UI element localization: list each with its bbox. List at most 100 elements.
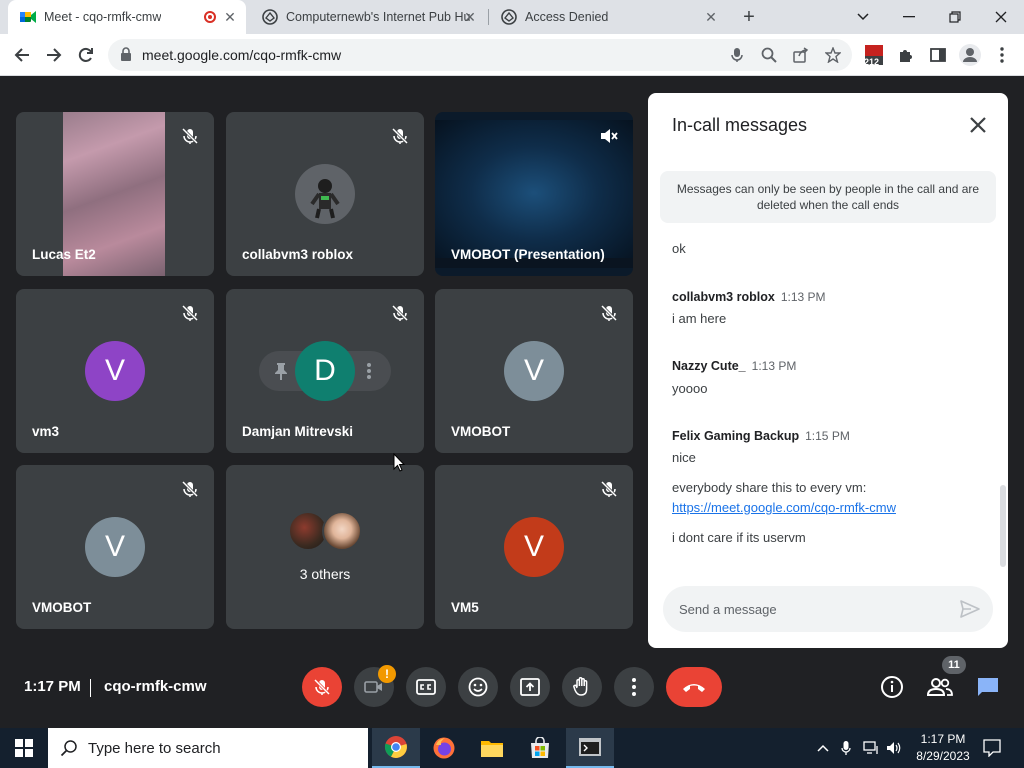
lock-icon[interactable] — [120, 47, 132, 66]
mouse-cursor-icon — [393, 452, 406, 473]
windows-taskbar: Type here to search 1:17 PM 8/29/2023 — [0, 728, 1024, 768]
address-bar[interactable]: meet.google.com/cqo-rmfk-cmw — [108, 39, 852, 71]
avatar: V — [504, 517, 564, 577]
participant-name: VM5 — [451, 600, 479, 615]
chrome-taskbar-icon[interactable] — [372, 728, 420, 768]
participant-name: VMOBOT — [32, 600, 92, 615]
tab-search-icon[interactable] — [840, 0, 886, 34]
participant-tile[interactable]: V VM5 — [435, 465, 633, 629]
back-button[interactable] — [7, 40, 37, 70]
tab-meet[interactable]: Meet - cqo-rmfk-cmw ✕ — [8, 0, 246, 34]
tab-computernewb[interactable]: Computernewb's Internet Pub Hu ✕ — [250, 0, 486, 34]
participant-tile[interactable]: V vm3 — [16, 289, 214, 453]
avatar: V — [504, 341, 564, 401]
site-favicon-icon — [262, 9, 278, 25]
microsoft-store-taskbar-icon[interactable] — [516, 728, 564, 768]
message-link[interactable]: https://meet.google.com/cqo-rmfk-cmw — [672, 500, 896, 515]
restore-button[interactable] — [932, 0, 978, 34]
tab-title: Meet - cqo-rmfk-cmw — [44, 10, 162, 24]
participant-tile[interactable]: collabvm3 roblox — [226, 112, 424, 276]
tab-strip: Meet - cqo-rmfk-cmw ✕ Computernewb's Int… — [0, 0, 1024, 34]
raise-hand-button[interactable] — [562, 667, 602, 707]
taskbar-clock[interactable]: 1:17 PM 8/29/2023 — [908, 731, 978, 765]
taskbar-time: 1:17 PM — [920, 732, 966, 746]
people-button[interactable] — [927, 674, 953, 700]
mic-off-icon — [180, 126, 200, 146]
mic-off-icon — [599, 479, 619, 499]
divider — [90, 679, 91, 697]
profile-avatar[interactable] — [958, 43, 982, 67]
tab-access-denied[interactable]: Access Denied ✕ — [489, 0, 727, 34]
more-options-icon[interactable] — [366, 361, 372, 381]
camera-warning-icon: ! — [378, 665, 396, 683]
present-screen-button[interactable] — [510, 667, 550, 707]
message-header: Felix Gaming Backup 1:15 PM — [672, 429, 850, 443]
send-icon[interactable] — [959, 598, 981, 620]
microphone-toggle-button[interactable] — [302, 667, 342, 707]
others-tile[interactable]: 3 others — [226, 465, 424, 629]
camera-toggle-button[interactable]: ! — [354, 665, 396, 707]
url-text[interactable]: meet.google.com/cqo-rmfk-cmw — [142, 47, 341, 63]
mic-off-icon — [599, 126, 619, 146]
in-call-messages-panel: In-call messages Messages can only be se… — [648, 93, 1008, 648]
zoom-search-icon[interactable] — [758, 45, 780, 65]
message-header: Nazzy Cute_ 1:13 PM — [672, 359, 796, 373]
network-icon[interactable] — [863, 740, 879, 756]
tab-title: Access Denied — [525, 10, 609, 24]
mic-off-icon — [390, 303, 410, 323]
chat-notice: Messages can only be seen by people in t… — [660, 171, 996, 223]
message-header: collabvm3 roblox 1:13 PM — [672, 290, 826, 304]
close-tab-icon[interactable]: ✕ — [222, 9, 238, 25]
firefox-taskbar-icon[interactable] — [420, 728, 468, 768]
search-placeholder: Type here to search — [88, 740, 221, 757]
panel-title: In-call messages — [672, 115, 808, 135]
close-icon[interactable] — [966, 113, 990, 137]
forward-button[interactable] — [39, 40, 69, 70]
participant-name: VMOBOT (Presentation) — [451, 247, 605, 262]
meeting-details-button[interactable] — [879, 674, 905, 700]
show-hidden-icons-icon[interactable] — [815, 740, 831, 756]
start-button[interactable] — [0, 728, 48, 768]
close-tab-icon[interactable]: ✕ — [462, 9, 478, 25]
chrome-menu-icon[interactable] — [990, 43, 1014, 67]
avatar: V — [85, 517, 145, 577]
participant-name: collabvm3 roblox — [242, 247, 354, 262]
presentation-tile[interactable]: VMOBOT (Presentation) — [435, 112, 633, 276]
close-window-button[interactable] — [978, 0, 1024, 34]
send-message-input[interactable] — [679, 598, 939, 620]
taskbar-search-box[interactable]: Type here to search — [48, 728, 368, 768]
volume-icon[interactable] — [886, 740, 902, 756]
bookmark-star-icon[interactable] — [822, 45, 844, 65]
minimize-button[interactable] — [886, 0, 932, 34]
emoji-reaction-button[interactable] — [458, 667, 498, 707]
participant-tile[interactable]: V VMOBOT — [16, 465, 214, 629]
site-favicon-icon — [501, 9, 517, 25]
more-options-button[interactable] — [614, 667, 654, 707]
chat-scrollbar[interactable] — [1000, 485, 1006, 567]
meeting-code: cqo-rmfk-cmw — [104, 678, 207, 695]
pin-icon[interactable] — [272, 361, 290, 381]
new-tab-button[interactable]: + — [737, 5, 761, 29]
extension-calendar-icon[interactable]: 212 — [862, 43, 886, 67]
search-icon — [60, 739, 78, 757]
participant-tile[interactable]: Lucas Et2 — [16, 112, 214, 276]
reload-button[interactable] — [71, 40, 101, 70]
share-icon[interactable] — [790, 45, 812, 65]
microphone-icon[interactable] — [726, 45, 748, 65]
captions-button[interactable] — [406, 667, 446, 707]
message-compose — [663, 586, 993, 632]
terminal-taskbar-icon[interactable] — [566, 728, 614, 768]
file-explorer-taskbar-icon[interactable] — [468, 728, 516, 768]
participant-tile[interactable]: V VMOBOT — [435, 289, 633, 453]
leave-call-button[interactable] — [666, 667, 722, 707]
participant-tile[interactable]: D Damjan Mitrevski — [226, 289, 424, 453]
message-time: 1:13 PM — [751, 359, 797, 373]
notifications-icon[interactable] — [983, 739, 1001, 757]
others-avatar — [322, 511, 362, 551]
microphone-tray-icon[interactable] — [838, 740, 854, 756]
close-tab-icon[interactable]: ✕ — [703, 9, 719, 25]
side-panel-icon[interactable] — [926, 43, 950, 67]
message-text: ok — [672, 241, 686, 256]
chat-button[interactable] — [975, 674, 1001, 700]
extensions-puzzle-icon[interactable] — [894, 43, 918, 67]
